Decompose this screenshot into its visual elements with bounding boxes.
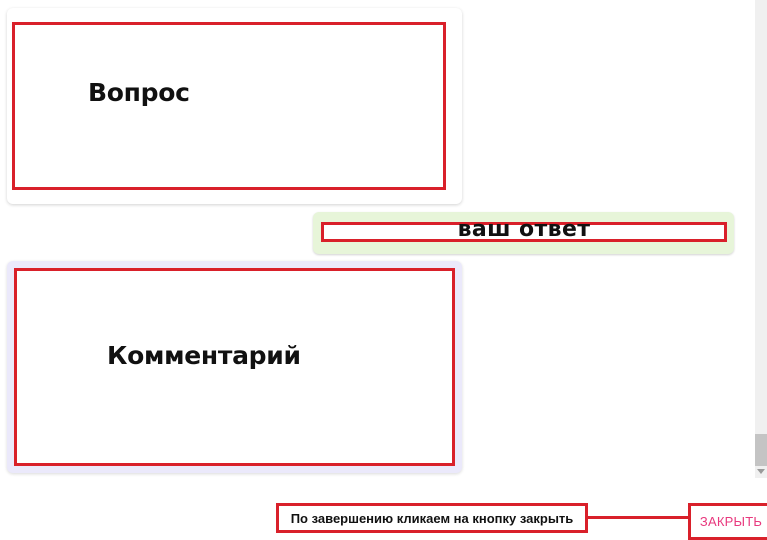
instruction-annotation: По завершению кликаем на кнопку закрыть [276,503,588,533]
question-card: Вопрос [7,8,462,204]
answer-text: ваш ответ [457,217,591,242]
answer-bubble: ваш ответ [313,212,734,254]
scrollbar-thumb[interactable] [755,434,767,466]
answer-highlight-frame: ваш ответ [321,217,727,242]
instruction-text: По завершению кликаем на кнопку закрыть [290,511,574,526]
vertical-scrollbar[interactable] [755,0,767,478]
close-button[interactable]: ЗАКРЫТЬ [691,514,767,529]
scroll-down-icon[interactable] [757,469,765,474]
annotation-connector-line [588,516,689,519]
comment-text: Комментарий [107,341,301,370]
comment-card: Комментарий [7,261,462,473]
question-highlight-frame [12,22,446,190]
question-text: Вопрос [88,78,190,107]
close-button-highlight-frame: ЗАКРЫТЬ [688,503,767,540]
